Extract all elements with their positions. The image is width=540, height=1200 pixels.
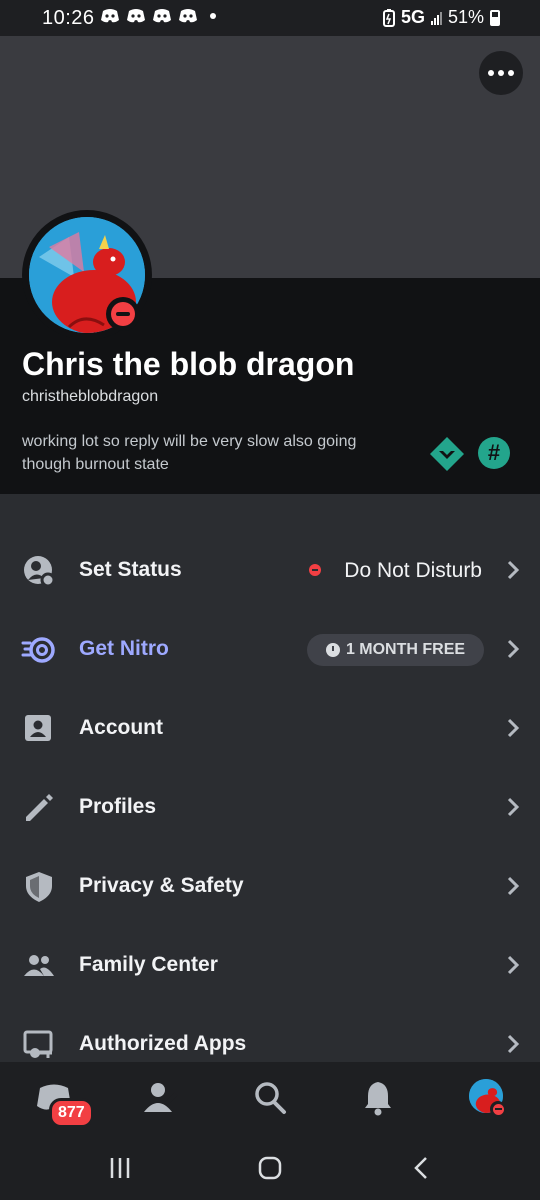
discord-notification-icon [179, 9, 197, 23]
set-status-label: Set Status [79, 558, 182, 581]
signal-icon [430, 11, 442, 25]
system-nav-bar [0, 1134, 540, 1200]
home-button-icon[interactable] [258, 1156, 282, 1180]
account-icon [25, 715, 51, 741]
friends-icon[interactable] [140, 1078, 180, 1118]
hypesquad-icon[interactable] [428, 435, 466, 473]
clock-icon [325, 643, 340, 657]
battery-icon [490, 9, 500, 26]
chevron-right-icon [507, 1034, 520, 1054]
settings-menu: Set Status Do Not Disturb Get Nitro 1 MO… [0, 532, 540, 1085]
network-type: 5G [400, 7, 425, 27]
chevron-right-icon [507, 639, 520, 659]
status-value: Do Not Disturb [344, 559, 482, 582]
more-options-button[interactable] [479, 51, 523, 95]
status-right: 5G 51% [382, 7, 500, 28]
more-notifications-dot [210, 13, 216, 19]
search-icon[interactable] [250, 1078, 290, 1118]
back-icon[interactable] [410, 1156, 434, 1180]
pencil-icon [26, 794, 53, 821]
username: christheblobdragon [22, 388, 159, 405]
family-icon [24, 955, 54, 976]
dnd-dot-icon [309, 564, 321, 576]
chevron-right-icon [507, 876, 520, 896]
battery-saver-icon [382, 8, 395, 27]
chevron-right-icon [507, 955, 520, 975]
nitro-promo-pill: 1 MONTH FREE [307, 634, 484, 666]
authorized-apps-icon [23, 1030, 53, 1058]
privacy-safety-label: Privacy & Safety [79, 874, 244, 897]
discord-notification-icon [101, 9, 119, 23]
account-row[interactable]: Account [0, 690, 540, 769]
dnd-status-indicator [106, 297, 140, 331]
recent-apps-icon[interactable] [108, 1156, 132, 1180]
unread-badge: 877 [49, 1098, 94, 1128]
profiles-label: Profiles [79, 795, 157, 818]
status-bar: 10:26 5G 51% [0, 0, 540, 36]
chevron-right-icon [507, 560, 520, 580]
account-label: Account [79, 716, 163, 739]
notification-icons [100, 8, 216, 24]
family-center-row[interactable]: Family Center [0, 927, 540, 1006]
profiles-row[interactable]: Profiles [0, 769, 540, 848]
display-name: Chris the blob dragon [22, 346, 355, 382]
status-icon [24, 556, 56, 588]
hashtag-badge-icon[interactable]: # [478, 437, 510, 469]
discord-notification-icon [153, 9, 171, 23]
get-nitro-row[interactable]: Get Nitro 1 MONTH FREE [0, 611, 540, 690]
family-center-label: Family Center [79, 953, 218, 976]
get-nitro-label: Get Nitro [79, 637, 169, 660]
dnd-status-indicator [490, 1101, 506, 1117]
profile-bio: working lot so reply will be very slow a… [22, 433, 357, 473]
battery-percent: 51% [447, 7, 484, 27]
shield-icon [26, 872, 52, 902]
privacy-safety-row[interactable]: Privacy & Safety [0, 848, 540, 927]
chevron-right-icon [507, 718, 520, 738]
authorized-apps-label: Authorized Apps [79, 1032, 247, 1055]
notifications-icon[interactable] [358, 1078, 398, 1118]
nitro-promo-text: 1 MONTH FREE [345, 641, 466, 658]
nitro-icon [21, 637, 55, 663]
set-status-row[interactable]: Set Status Do Not Disturb [0, 532, 540, 611]
status-time: 10:26 [42, 7, 95, 29]
discord-notification-icon [127, 9, 145, 23]
chevron-right-icon [507, 797, 520, 817]
